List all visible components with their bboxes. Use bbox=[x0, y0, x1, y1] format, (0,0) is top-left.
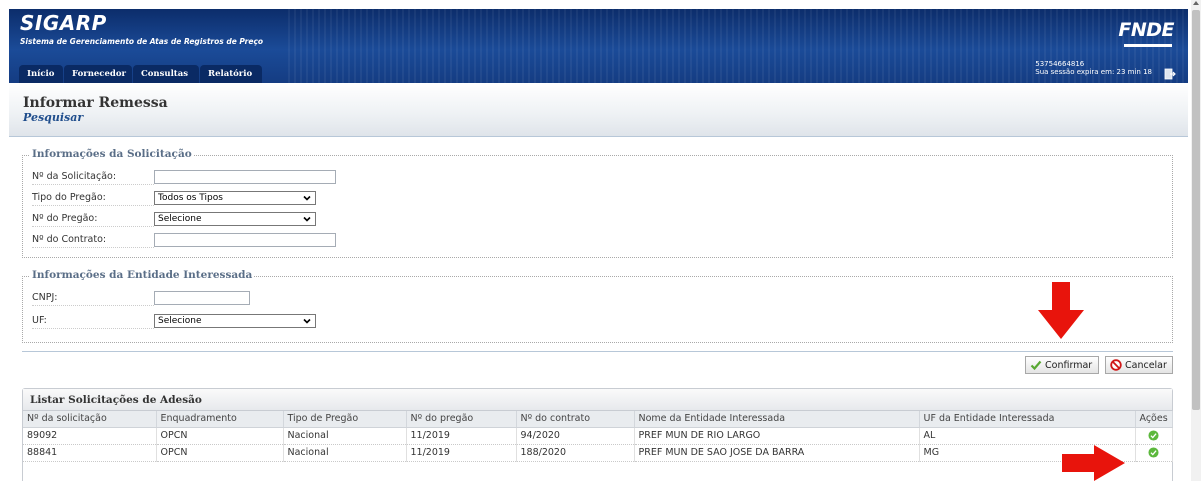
col-tipo-pregao[interactable]: Tipo de Pregão bbox=[283, 411, 407, 428]
tipo-pregao-row: Tipo do Pregão: Todos os Tipos bbox=[32, 190, 316, 206]
check-icon bbox=[1030, 360, 1042, 371]
select-ok-icon[interactable] bbox=[1148, 447, 1159, 458]
chevron-down-icon bbox=[303, 216, 311, 222]
tipo-pregao-label: Tipo do Pregão: bbox=[32, 190, 154, 206]
uf-row: UF: Selecione bbox=[32, 313, 316, 329]
cell-uf-entidade: AL bbox=[919, 427, 1136, 445]
session-timer: Sua sessão expira em: 23 min 18 bbox=[1035, 68, 1152, 76]
cell-tipo-pregao: Nacional bbox=[283, 427, 407, 445]
numero-contrato-row: Nº do Contrato: bbox=[32, 232, 336, 248]
cell-numero-pregao: 11/2019 bbox=[406, 427, 517, 445]
main-nav: Início Fornecedor Consultas Relatório bbox=[19, 65, 263, 83]
cell-numero-solicitacao: 89092 bbox=[23, 427, 157, 445]
cell-acoes bbox=[1135, 427, 1173, 445]
cell-numero-solicitacao: 88841 bbox=[23, 444, 157, 462]
cancel-button[interactable]: Cancelar bbox=[1105, 356, 1173, 374]
numero-contrato-label: Nº do Contrato: bbox=[32, 232, 154, 248]
page-scrollbar[interactable] bbox=[1191, 0, 1201, 481]
tab-inicio[interactable]: Início bbox=[19, 65, 63, 83]
cancel-button-label: Cancelar bbox=[1125, 359, 1167, 371]
chevron-down-icon bbox=[303, 195, 311, 201]
col-acoes: Ações bbox=[1135, 411, 1173, 428]
cell-enquadramento: OPCN bbox=[156, 427, 284, 445]
page-subtitle: Pesquisar bbox=[23, 111, 84, 124]
entidade-legend: Informações da Entidade Interessada bbox=[30, 269, 255, 281]
solicitacao-legend: Informações da Solicitação bbox=[30, 148, 194, 160]
fnde-logo-underline bbox=[1124, 44, 1172, 47]
logout-icon[interactable] bbox=[1164, 68, 1176, 80]
scroll-thumb[interactable] bbox=[1192, 10, 1200, 410]
col-enquadramento[interactable]: Enquadramento bbox=[156, 411, 284, 428]
entidade-fieldset: Informações da Entidade Interessada CNPJ… bbox=[22, 269, 1173, 343]
scroll-up-icon[interactable] bbox=[1193, 1, 1199, 5]
tipo-pregao-select[interactable]: Todos os Tipos bbox=[154, 191, 316, 205]
tab-relatorio[interactable]: Relatório bbox=[200, 65, 262, 83]
cnpj-input[interactable] bbox=[154, 291, 250, 305]
numero-contrato-input[interactable] bbox=[154, 233, 336, 247]
cnpj-label: CNPJ: bbox=[32, 290, 154, 306]
solicitacao-fieldset: Informações da Solicitação Nº da Solicit… bbox=[22, 148, 1173, 258]
solicitacoes-table: Nº da solicitação Enquadramento Tipo de … bbox=[23, 411, 1173, 462]
cancel-icon bbox=[1110, 359, 1122, 371]
page: SIGARP Sistema de Gerenciamento de Atas … bbox=[0, 0, 1201, 481]
tab-fornecedor[interactable]: Fornecedor bbox=[64, 65, 132, 83]
app-logo-title[interactable]: SIGARP bbox=[20, 11, 107, 35]
table-row[interactable]: 88841 OPCN Nacional 11/2019 188/2020 PRE… bbox=[23, 444, 1173, 462]
app-header: SIGARP Sistema de Gerenciamento de Atas … bbox=[9, 9, 1188, 83]
app-logo-subtitle: Sistema de Gerenciamento de Atas de Regi… bbox=[20, 37, 264, 46]
col-numero-solicitacao[interactable]: Nº da solicitação bbox=[23, 411, 157, 428]
cnpj-row: CNPJ: bbox=[32, 290, 250, 306]
user-id: 53754664816 bbox=[1035, 60, 1085, 68]
user-info: 53754664816 Sua sessão expira em: 23 min… bbox=[1035, 60, 1152, 76]
col-numero-pregao[interactable]: Nº do pregão bbox=[406, 411, 517, 428]
numero-solicitacao-label: Nº da Solicitação: bbox=[32, 169, 154, 185]
table-header-row: Nº da solicitação Enquadramento Tipo de … bbox=[23, 411, 1173, 428]
cell-enquadramento: OPCN bbox=[156, 444, 284, 462]
fnde-logo[interactable]: FNDE bbox=[1118, 19, 1174, 41]
tab-consultas[interactable]: Consultas bbox=[133, 65, 199, 83]
cell-acoes bbox=[1135, 444, 1173, 462]
cell-numero-contrato: 94/2020 bbox=[516, 427, 635, 445]
page-header: Informar Remessa Pesquisar bbox=[9, 83, 1188, 137]
table-row[interactable]: 89092 OPCN Nacional 11/2019 94/2020 PREF… bbox=[23, 427, 1173, 445]
cell-numero-contrato: 188/2020 bbox=[516, 444, 635, 462]
numero-pregao-row: Nº do Pregão: Selecione bbox=[32, 211, 316, 227]
red-arrow-right-icon bbox=[1062, 445, 1125, 481]
cell-nome-entidade: PREF MUN DE SAO JOSE DA BARRA bbox=[634, 444, 920, 462]
uf-label: UF: bbox=[32, 313, 154, 329]
col-nome-entidade[interactable]: Nome da Entidade Interessada bbox=[634, 411, 920, 428]
red-arrow-down-icon bbox=[1038, 282, 1084, 339]
cell-tipo-pregao: Nacional bbox=[283, 444, 407, 462]
cell-numero-pregao: 11/2019 bbox=[406, 444, 517, 462]
page-title: Informar Remessa bbox=[23, 95, 168, 111]
tipo-pregao-value: Todos os Tipos bbox=[158, 193, 223, 203]
numero-pregao-value: Selecione bbox=[158, 214, 202, 224]
uf-value: Selecione bbox=[158, 316, 202, 326]
select-ok-icon[interactable] bbox=[1148, 430, 1159, 441]
section-divider bbox=[22, 351, 1173, 352]
col-uf-entidade[interactable]: UF da Entidade Interessada bbox=[919, 411, 1136, 428]
uf-select[interactable]: Selecione bbox=[154, 314, 316, 328]
numero-solicitacao-row: Nº da Solicitação: bbox=[32, 169, 336, 185]
solicitacoes-panel: Listar Solicitações de Adesão Nº da soli… bbox=[22, 388, 1173, 481]
numero-solicitacao-input[interactable] bbox=[154, 170, 336, 184]
solicitacoes-panel-title: Listar Solicitações de Adesão bbox=[23, 389, 1172, 411]
numero-pregao-select[interactable]: Selecione bbox=[154, 212, 316, 226]
confirm-button-label: Confirmar bbox=[1045, 359, 1093, 371]
cell-nome-entidade: PREF MUN DE RIO LARGO bbox=[634, 427, 920, 445]
chevron-down-icon bbox=[303, 318, 311, 324]
numero-pregao-label: Nº do Pregão: bbox=[32, 211, 154, 227]
confirm-button[interactable]: Confirmar bbox=[1025, 356, 1099, 374]
col-numero-contrato[interactable]: Nº do contrato bbox=[516, 411, 635, 428]
